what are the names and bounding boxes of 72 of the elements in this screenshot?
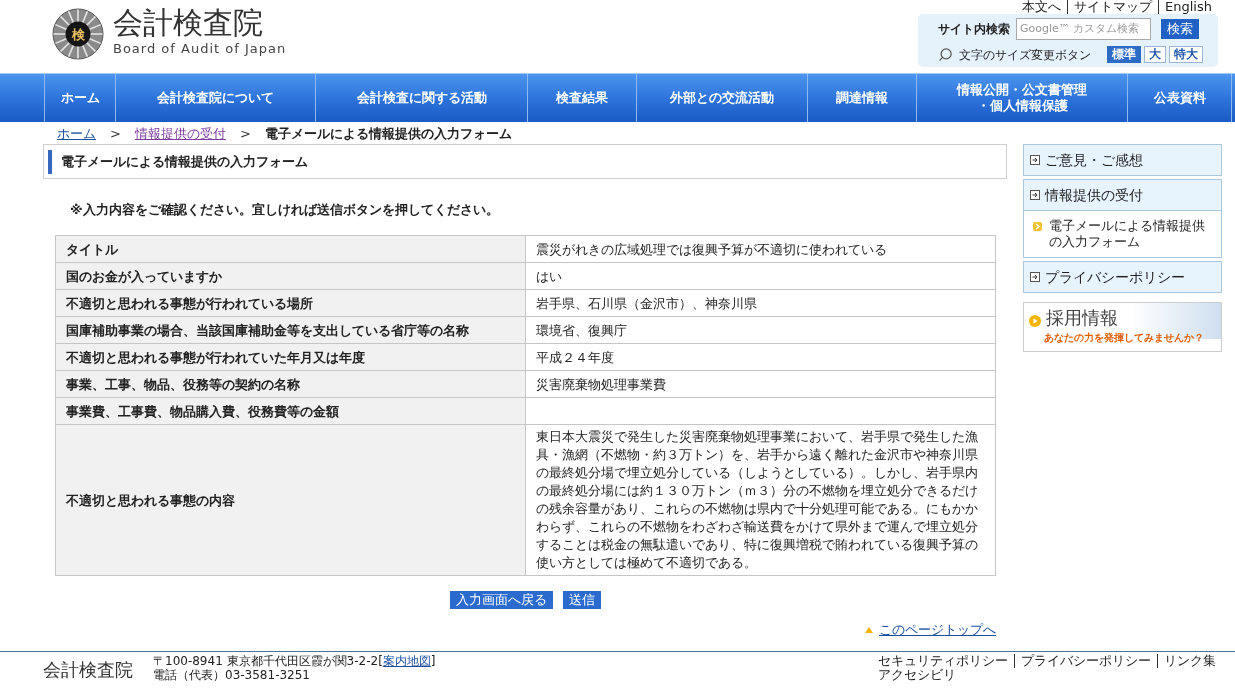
map-link[interactable]: 案内地図 (382, 654, 431, 668)
banner-title: 採用情報 (1046, 307, 1118, 329)
arrow-square-icon (1033, 222, 1042, 231)
text-size-button[interactable]: 標準 (1107, 46, 1141, 63)
table-header-cell: 不適切と思われる事態が行われていた年月又は年度 (55, 343, 526, 371)
breadcrumb-link[interactable]: 情報提供の受付 (134, 125, 226, 142)
nav-item[interactable]: 会計検査に関する活動 (356, 90, 487, 106)
table-cell: 東日本大震災で発生した災害廃棄物処理事業において、岩手県で発生した漁具・漁網（不燃物・約３万トン）を、岩手から遠く離れた金沢市や神奈川県の最終処分場で埋立処分している（しようとしている）。しかし、岩手県内の最終処分場には約１３０万トン（ｍ３）分の不燃物を埋立処分できるだけの残余容量があり、これらの不燃物は県内で十分処理可能である。にもかかわらず、これらの不燃物をわざわざ輸送費をかけて県外まで運んで埋立処分することは税金の無駄遣いであり、特に復興増税で賄われている復興予算の使い方としては極めて不適切である。 (525, 424, 996, 576)
footer-link[interactable]: リンク集 (1158, 654, 1222, 668)
boxed-arrow-icon (1030, 155, 1040, 165)
page-top-link[interactable]: このページトップへ (879, 622, 996, 638)
search-button[interactable]: 検索 (1161, 18, 1199, 39)
footer-link[interactable]: セキュリティポリシー (872, 654, 1015, 668)
emblem-icon (52, 8, 104, 60)
sidebar-link-text: ご意見・ご感想 (1045, 150, 1143, 170)
sidebar-link-text: 情報提供の受付 (1045, 185, 1143, 205)
table-cell: 災害廃棄物処理事業費 (525, 370, 996, 398)
breadcrumb-link[interactable]: ホーム (57, 125, 96, 142)
table-cell: はい (525, 262, 996, 290)
submit-button[interactable]: 送信 (562, 591, 601, 609)
sidebar-link[interactable]: ご意見・ご感想 (1023, 144, 1222, 176)
sidebar-sublink-text: 電子メールによる情報提供の入力フォーム (1049, 218, 1206, 250)
nav-item[interactable]: ホーム (60, 90, 100, 106)
table-cell: 岩手県、石川県（金沢市）、神奈川県 (525, 289, 996, 317)
site-title: 会計検査院 (113, 6, 264, 40)
search-icon (938, 47, 953, 62)
footer-phone: 電話（代表）03-3581-3251 (153, 668, 311, 682)
table-header-cell: 国庫補助事業の場合、当該国庫補助金等を支出している省庁等の名称 (55, 316, 526, 344)
page-heading: 電子メールによる情報提供の入力フォーム (61, 152, 308, 171)
footer-title: 会計検査院 (43, 659, 133, 681)
table-header-cell: 事業費、工事費、物品購入費、役務費等の金額 (55, 397, 526, 425)
table-header-cell: 不適切と思われる事態の内容 (55, 424, 526, 576)
table-header-cell: 不適切と思われる事態が行われている場所 (55, 289, 526, 317)
recruitment-banner[interactable]: 採用情報 あなたの力を発揮してみませんか？ (1023, 302, 1222, 352)
site-subtitle: Board of Audit of Japan (113, 41, 287, 57)
nav-item[interactable]: 外部との交流活動 (670, 90, 774, 106)
text-size-button[interactable]: 特大 (1169, 46, 1203, 63)
nav-item[interactable]: 検査結果 (556, 90, 608, 106)
sidebar-link[interactable]: プライバシーポリシー (1023, 261, 1222, 293)
triangle-up-icon (865, 627, 873, 633)
text-size-button[interactable]: 大 (1144, 46, 1166, 63)
table-cell: 環境省、復興庁 (525, 316, 996, 344)
breadcrumb-separator: > (239, 125, 251, 142)
nav-item[interactable]: 公表資料 (1153, 90, 1206, 106)
sidebar-link[interactable]: 情報提供の受付 (1023, 179, 1222, 211)
nav-item[interactable]: 情報公開・公文書管理・個人情報保護 (956, 82, 1088, 114)
footer-link[interactable]: アクセシビリ (872, 668, 962, 682)
sidebar-link-text: プライバシーポリシー (1045, 267, 1185, 287)
table-header-cell: タイトル (55, 235, 526, 263)
search-label: サイト内検索 (938, 20, 1010, 38)
search-field[interactable]: Google™ カスタム検索 (1016, 17, 1151, 40)
table-header-cell: 国のお金が入っていますか (55, 262, 526, 290)
table-header-cell: 事業、工事、物品、役務等の契約の名称 (55, 370, 526, 398)
nav-item[interactable]: 調達情報 (836, 90, 888, 106)
table-cell: 震災がれきの広域処理では復興予算が不適切に使われている (525, 235, 996, 263)
banner-tagline: あなたの力を発揮してみませんか？ (1044, 331, 1204, 345)
breadcrumb-separator: > (110, 125, 121, 142)
play-circle-icon (1029, 315, 1041, 327)
footer-link[interactable]: プライバシーポリシー (1015, 654, 1158, 668)
sidebar-sublink[interactable]: 電子メールによる情報提供の入力フォーム (1023, 211, 1222, 258)
breadcrumb-current: 電子メールによる情報提供の入力フォーム (264, 125, 512, 142)
nav-item[interactable]: 会計検査院について (157, 90, 274, 106)
confirm-note: ※入力内容をご確認ください。宜しければ送信ボタンを押してください。 (70, 201, 500, 219)
back-button[interactable]: 入力画面へ戻る (449, 591, 553, 609)
emblem-glyph: 検 (70, 25, 86, 44)
footer-address: 〒100-8941 東京都千代田区霞が関3-2-2[案内地図] (153, 654, 436, 668)
boxed-arrow-icon (1030, 272, 1040, 282)
heading-accent-bar (48, 149, 52, 174)
top-link[interactable]: English (1159, 0, 1218, 14)
text-size-label: 文字のサイズ変更ボタン (959, 46, 1091, 64)
table-cell: 平成２４年度 (525, 343, 996, 371)
boxed-arrow-icon (1030, 190, 1040, 200)
